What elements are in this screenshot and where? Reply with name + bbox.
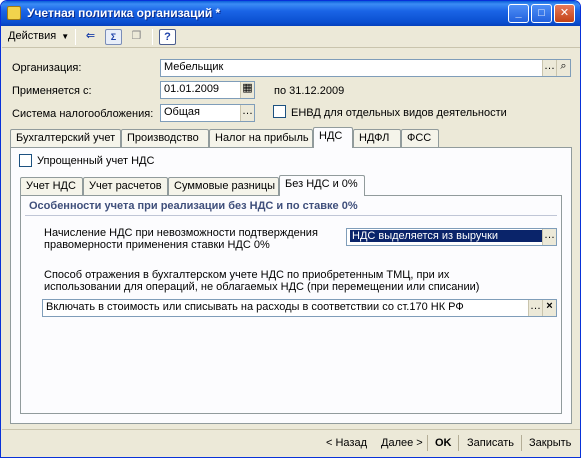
select-vat-charge-button[interactable]: … (542, 229, 556, 245)
toolbar: Действия ▼ ⇐ Σ ❐ ? (2, 26, 580, 48)
date-label: Применяется с: (12, 85, 92, 97)
tax-system-value: Общая (164, 106, 200, 118)
close-button[interactable]: Закрыть (529, 437, 571, 449)
org-field[interactable]: Мебельщик (160, 59, 571, 77)
select-tax-system-button[interactable]: … (240, 105, 254, 121)
select-method-button[interactable]: … (528, 300, 542, 316)
dropdown-arrow-icon: ▼ (61, 32, 70, 41)
simplified-vat-label: Упрощенный учет НДС (37, 155, 155, 167)
org-label: Организация: (12, 62, 82, 74)
next-button[interactable]: Далее > (381, 437, 423, 449)
tab-vat[interactable]: НДС (313, 127, 353, 148)
calendar-icon[interactable]: ▦ (240, 82, 254, 98)
actions-menu[interactable]: Действия ▼ (8, 30, 69, 42)
help-icon[interactable]: ? (159, 29, 176, 45)
method-label-line1: Способ отражения в бухгалтерском учете Н… (44, 269, 450, 281)
copy-icon[interactable]: ❐ (128, 29, 145, 45)
tab-fss[interactable]: ФСС (401, 129, 439, 147)
tab-no-vat-zero[interactable]: Без НДС и 0% (279, 175, 365, 196)
date-value: 01.01.2009 (164, 83, 220, 95)
vat-subtabs: Учет НДС Учет расчетов Суммовые разницы … (20, 175, 560, 196)
tab-settlements[interactable]: Учет расчетов (83, 177, 168, 195)
back-arrow-icon[interactable]: ⇐ (82, 29, 99, 45)
footer-separator (521, 435, 522, 451)
footer-separator (458, 435, 459, 451)
vat-charge-label-line2: правомерности применения ставки НДС 0% (44, 239, 270, 251)
simplified-vat-checkbox[interactable] (19, 154, 32, 167)
title-bar: Учетная политика организаций * _ □ ✕ (1, 1, 580, 26)
toolbar-separator (75, 29, 76, 45)
search-icon[interactable]: ⌕ (556, 60, 570, 76)
date-to-text: по 31.12.2009 (274, 85, 345, 97)
tab-exchange-differences[interactable]: Суммовые разницы (168, 177, 279, 195)
tab-vat-accounting[interactable]: Учет НДС (20, 177, 83, 195)
maximize-button[interactable]: □ (531, 4, 552, 23)
toolbar-separator (152, 29, 153, 45)
tab-accounting[interactable]: Бухгалтерский учет (10, 129, 121, 147)
tab-ndfl[interactable]: НДФЛ (353, 129, 401, 147)
method-field[interactable]: Включать в стоимость или списывать на ра… (42, 299, 557, 317)
section-divider (25, 215, 557, 216)
main-tabs: Бухгалтерский учет Производство Налог на… (10, 127, 570, 148)
org-value: Мебельщик (164, 61, 224, 73)
main-window: Учетная политика организаций * _ □ ✕ Дей… (0, 0, 581, 458)
vat-charge-label-line1: Начисление НДС при невозможности подтвер… (44, 227, 318, 239)
ok-button[interactable]: OK (435, 437, 452, 449)
window-title: Учетная политика организаций * (27, 6, 221, 20)
section-title: Особенности учета при реализации без НДС… (29, 200, 358, 212)
clear-icon[interactable]: × (542, 300, 556, 316)
method-value: Включать в стоимость или списывать на ра… (46, 301, 464, 313)
footer-divider (2, 429, 580, 430)
tab-production[interactable]: Производство (121, 129, 209, 147)
select-org-button[interactable]: … (542, 60, 556, 76)
envd-checkbox[interactable] (273, 105, 286, 118)
write-button[interactable]: Записать (467, 437, 514, 449)
vat-charge-field[interactable]: НДС выделяется из выручки (346, 228, 557, 246)
minimize-button[interactable]: _ (508, 4, 529, 23)
actions-label: Действия (8, 30, 57, 42)
back-button[interactable]: < Назад (326, 437, 367, 449)
envd-label: ЕНВД для отдельных видов деятельности (291, 107, 507, 119)
vat-charge-value: НДС выделяется из выручки (350, 230, 542, 242)
close-window-button[interactable]: ✕ (554, 4, 575, 23)
tax-system-label: Система налогообложения: (12, 108, 154, 120)
tab-profit-tax[interactable]: Налог на прибыль (209, 129, 313, 147)
method-label-line2: использовании для операций, не облагаемы… (44, 281, 480, 293)
folder-icon (7, 6, 21, 20)
footer-separator (427, 435, 428, 451)
structure-icon[interactable]: Σ (105, 29, 122, 45)
